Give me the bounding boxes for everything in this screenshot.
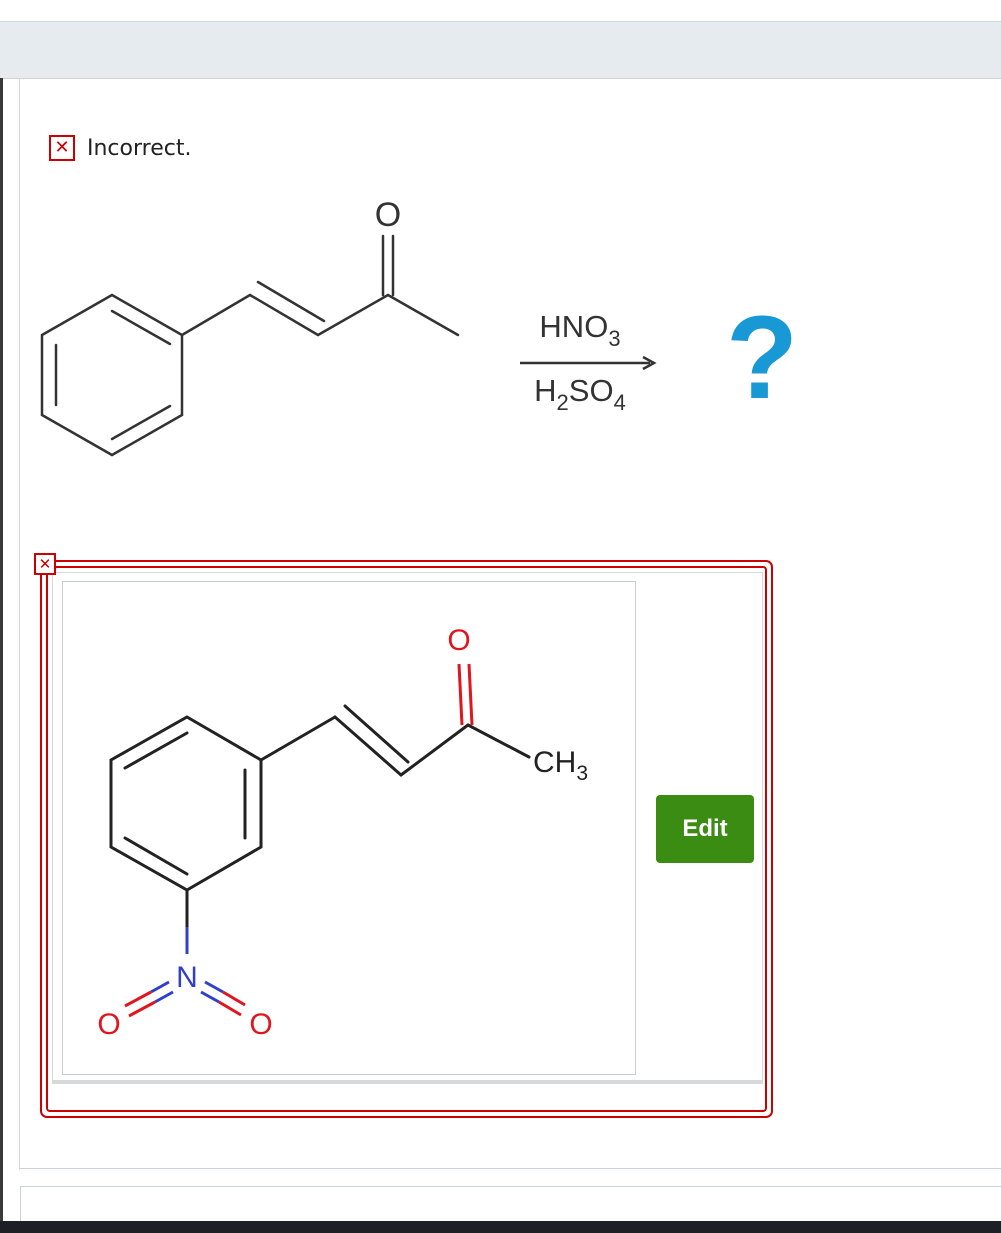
panel-divider	[20, 1168, 1001, 1169]
answer-no-right-double-line	[200, 990, 220, 1004]
answer-structure-svg: O CH3 N O O	[97, 624, 588, 1041]
answer-no-right-bond	[222, 990, 246, 1007]
answer-nitrogen-label: N	[176, 961, 198, 994]
reagent-nitric-acid: HNO3	[539, 309, 620, 351]
chain-bond	[316, 293, 390, 337]
benzene-ring	[40, 293, 184, 457]
answer-methyl-label: CH3	[533, 746, 588, 785]
product-question-mark: ?	[726, 292, 798, 424]
top-strip	[0, 0, 1001, 22]
answer-nitro-oxygen-right-label: O	[249, 1008, 272, 1041]
reagent-bottom-h-subscript: 2	[557, 390, 569, 415]
reactant-oxygen-label: O	[375, 196, 401, 234]
reagent-bottom-main: SO	[569, 373, 614, 408]
answer-carbonyl-oxygen-label: O	[447, 624, 470, 657]
answer-no-left-double-line	[128, 1000, 156, 1018]
answer-no-left-bond	[150, 980, 170, 994]
feedback-status: ✕ Incorrect.	[49, 132, 191, 164]
question-page: ✕ Incorrect. O HNO3 H2SO4 ? ✕ O CH3 N O …	[0, 0, 1001, 1233]
answer-no-left-double-line	[154, 990, 174, 1004]
chain-bond	[180, 293, 252, 337]
answer-incorrect-icon: ✕	[34, 553, 56, 575]
bottom-bar	[0, 1221, 1001, 1233]
answer-benzene-ring	[109, 715, 263, 892]
answer-no-right-double-line	[218, 1000, 242, 1017]
answer-methyl-main: CH	[533, 746, 576, 779]
reactant-structure	[40, 234, 460, 457]
incorrect-icon: ✕	[49, 135, 75, 161]
answer-ring-double-bond	[123, 731, 189, 770]
alkene-bond	[248, 293, 320, 337]
answer-carbonyl-double-line	[467, 663, 474, 726]
edit-button[interactable]: Edit	[656, 795, 754, 863]
reagent-bottom-h: H	[534, 373, 556, 408]
answer-no-right-bond	[204, 980, 224, 994]
alkene-double-line	[256, 280, 326, 323]
ring-double-bond	[110, 404, 172, 441]
reagent-bottom-subscript: 4	[614, 390, 626, 415]
answer-chain-bond	[259, 715, 337, 762]
answer-ring-double-bond	[123, 836, 189, 876]
reaction-scheme: O HNO3 H2SO4 ?	[40, 196, 798, 457]
methyl-bond	[386, 293, 460, 337]
reagent-top-subscript: 3	[608, 326, 620, 351]
header-bar	[0, 22, 1001, 79]
answer-no-left-bond	[124, 990, 152, 1008]
reagent-top-main: HNO	[539, 309, 608, 344]
answer-nitro-oxygen-left-label: O	[97, 1008, 120, 1041]
ring-double-bond	[110, 309, 172, 346]
answer-chain-bond	[399, 723, 470, 777]
answer-methyl-bond	[466, 723, 531, 759]
answer-structure-drawing: O CH3 N O O	[62, 581, 636, 1075]
answer-methyl-subscript: 3	[576, 762, 588, 785]
feedback-text: Incorrect.	[87, 135, 192, 161]
reagent-sulfuric-acid: H2SO4	[534, 373, 626, 415]
answer-carbonyl-bond	[457, 663, 464, 726]
